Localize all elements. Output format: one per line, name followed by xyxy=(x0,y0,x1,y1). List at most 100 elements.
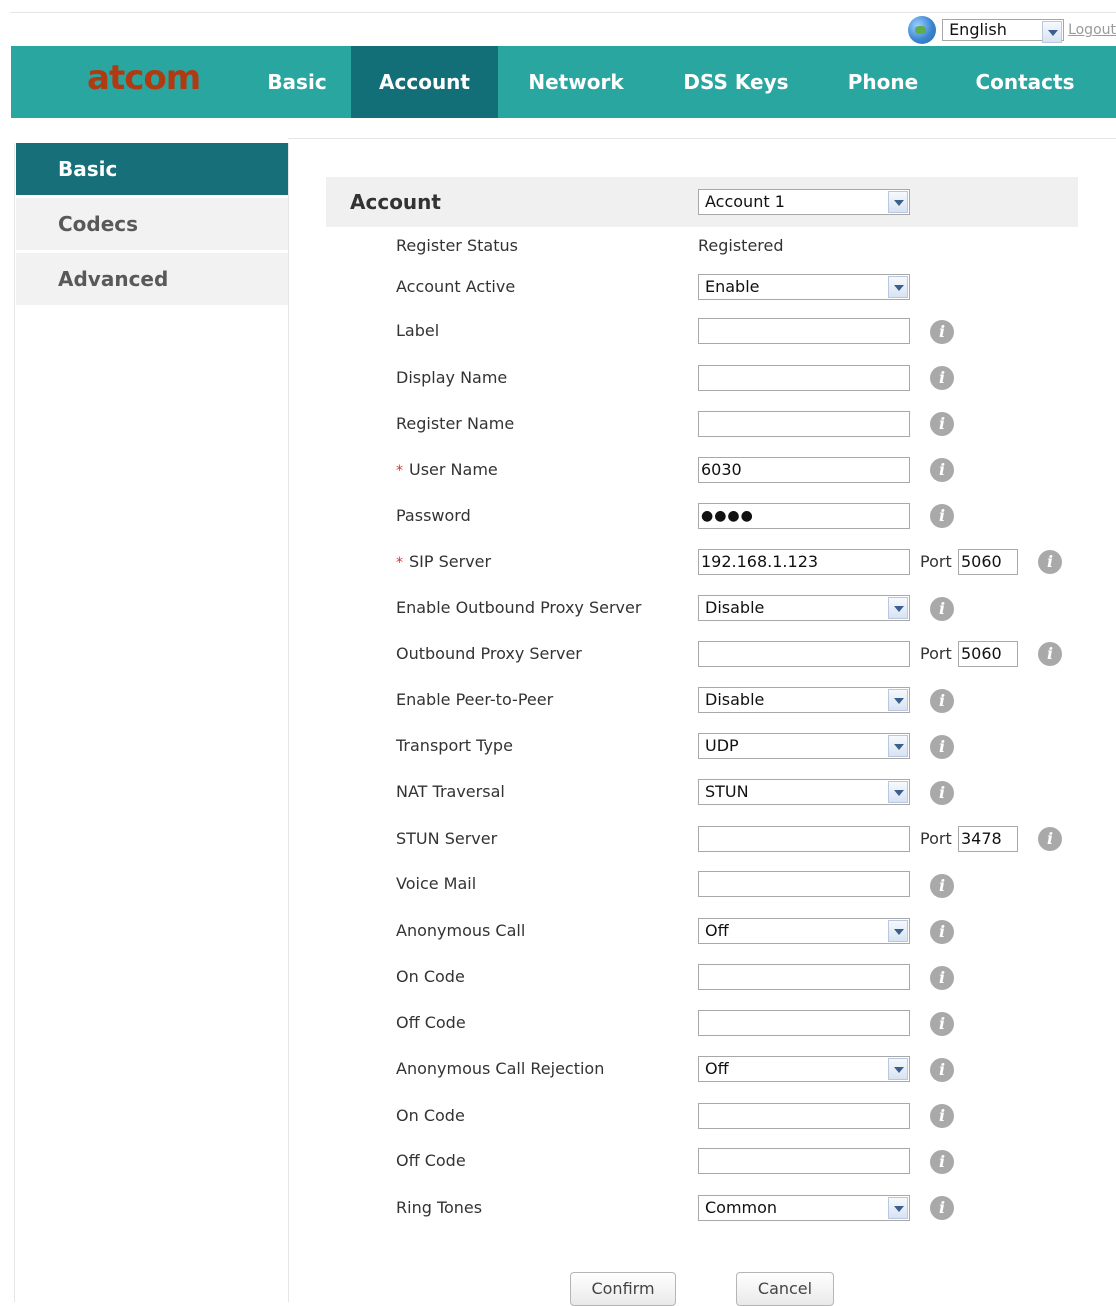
globe-icon xyxy=(908,16,937,44)
stun-port-input[interactable]: 3478 xyxy=(958,826,1018,852)
chevron-down-icon[interactable] xyxy=(888,781,908,803)
info-icon[interactable]: i xyxy=(930,1104,954,1128)
info-icon[interactable]: i xyxy=(930,597,954,621)
row-nat-traversal: NAT Traversal STUN i xyxy=(326,779,1086,825)
password-label: Password xyxy=(396,506,471,525)
chevron-down-icon[interactable] xyxy=(888,689,908,711)
register-status-value: Registered xyxy=(698,236,784,255)
main-nav: atcom Basic Account Network DSS Keys Pho… xyxy=(11,46,1116,118)
info-icon[interactable]: i xyxy=(930,920,954,944)
ring-tones-label: Ring Tones xyxy=(396,1198,483,1217)
nav-tab-account[interactable]: Account xyxy=(351,46,498,118)
chevron-down-icon[interactable] xyxy=(888,920,908,942)
info-icon[interactable]: i xyxy=(930,1058,954,1082)
nav-tab-dss-keys[interactable]: DSS Keys xyxy=(654,46,818,118)
stun-server-label: STUN Server xyxy=(396,829,498,848)
register-name-label: Register Name xyxy=(396,414,515,433)
account-active-label: Account Active xyxy=(396,277,516,296)
row-sip-server: * SIP Server 192.168.1.123 Port 5060 i xyxy=(326,549,1086,595)
row-anon-rejection: Anonymous Call Rejection Off i xyxy=(326,1056,1086,1102)
ring-tones-value: Common xyxy=(705,1198,778,1217)
confirm-button[interactable]: Confirm xyxy=(570,1272,676,1306)
nav-tab-contacts[interactable]: Contacts xyxy=(948,46,1102,118)
info-icon[interactable]: i xyxy=(930,366,954,390)
info-icon[interactable]: i xyxy=(930,504,954,528)
chevron-down-icon[interactable] xyxy=(1042,21,1063,43)
info-icon[interactable]: i xyxy=(1038,827,1062,851)
chevron-down-icon[interactable] xyxy=(888,276,908,298)
voice-mail-label: Voice Mail xyxy=(396,874,477,893)
outbound-port-label: Port xyxy=(920,644,952,663)
anon-off-code-input[interactable] xyxy=(698,1010,910,1036)
info-icon[interactable]: i xyxy=(930,1196,954,1220)
info-icon[interactable]: i xyxy=(930,735,954,759)
logout-link[interactable]: Logout xyxy=(1068,22,1116,38)
enable-p2p-label: Enable Peer-to-Peer xyxy=(396,690,554,709)
info-icon[interactable]: i xyxy=(1038,642,1062,666)
row-register-name: Register Name i xyxy=(326,411,1086,457)
account-active-select[interactable]: Enable xyxy=(698,274,910,300)
anon-on-code-input[interactable] xyxy=(698,964,910,990)
nav-tab-network[interactable]: Network xyxy=(498,46,654,118)
chevron-down-icon[interactable] xyxy=(888,1197,908,1219)
left-border xyxy=(14,143,15,1302)
enable-outbound-proxy-select[interactable]: Disable xyxy=(698,595,910,621)
sidebar-item-advanced[interactable]: Advanced xyxy=(16,253,288,305)
info-icon[interactable]: i xyxy=(930,966,954,990)
sidebar: Basic Codecs Advanced xyxy=(16,143,289,1302)
info-icon[interactable]: i xyxy=(930,320,954,344)
label-input[interactable] xyxy=(698,318,910,344)
sidebar-item-codecs[interactable]: Codecs xyxy=(16,198,288,250)
anon-rejection-select[interactable]: Off xyxy=(698,1056,910,1082)
info-icon[interactable]: i xyxy=(930,874,954,898)
chevron-down-icon[interactable] xyxy=(888,735,908,757)
outbound-proxy-input[interactable] xyxy=(698,641,910,667)
anonymous-call-select[interactable]: Off xyxy=(698,918,910,944)
enable-p2p-select[interactable]: Disable xyxy=(698,687,910,713)
voice-mail-input[interactable] xyxy=(698,871,910,897)
cancel-button[interactable]: Cancel xyxy=(736,1272,834,1306)
stun-server-input[interactable] xyxy=(698,826,910,852)
nav-tab-phone[interactable]: Phone xyxy=(818,46,948,118)
required-mark: * xyxy=(396,555,403,571)
ring-tones-select[interactable]: Common xyxy=(698,1195,910,1221)
info-icon[interactable]: i xyxy=(930,1150,954,1174)
chevron-down-icon[interactable] xyxy=(888,191,908,213)
rej-off-code-input[interactable] xyxy=(698,1148,910,1174)
anonymous-call-value: Off xyxy=(705,921,729,940)
nav-tab-basic[interactable]: Basic xyxy=(243,46,351,118)
register-name-input[interactable] xyxy=(698,411,910,437)
sip-server-input[interactable]: 192.168.1.123 xyxy=(698,549,910,575)
sip-port-input[interactable]: 5060 xyxy=(958,549,1018,575)
enable-outbound-proxy-label: Enable Outbound Proxy Server xyxy=(396,598,642,617)
label-label: Label xyxy=(396,321,440,340)
outbound-proxy-label: Outbound Proxy Server xyxy=(396,644,582,663)
sidebar-item-basic[interactable]: Basic xyxy=(16,143,288,195)
account-select[interactable]: Account 1 xyxy=(698,189,910,215)
chevron-down-icon[interactable] xyxy=(888,1058,908,1080)
info-icon[interactable]: i xyxy=(930,1012,954,1036)
stun-port-label: Port xyxy=(920,829,952,848)
user-name-input[interactable]: 6030 xyxy=(698,457,910,483)
info-icon[interactable]: i xyxy=(930,781,954,805)
info-icon[interactable]: i xyxy=(930,458,954,482)
sip-server-label-text: SIP Server xyxy=(409,552,492,571)
info-icon[interactable]: i xyxy=(1038,550,1062,574)
rej-on-code-input[interactable] xyxy=(698,1103,910,1129)
row-stun-server: STUN Server Port 3478 i xyxy=(326,826,1086,872)
outbound-port-input[interactable]: 5060 xyxy=(958,641,1018,667)
language-select[interactable]: English xyxy=(942,19,1065,43)
nat-traversal-select[interactable]: STUN xyxy=(698,779,910,805)
row-enable-p2p: Enable Peer-to-Peer Disable i xyxy=(326,687,1086,733)
nat-traversal-value: STUN xyxy=(705,782,749,801)
info-icon[interactable]: i xyxy=(930,689,954,713)
chevron-down-icon[interactable] xyxy=(888,597,908,619)
account-panel-header: Account Account 1 xyxy=(326,177,1078,227)
password-input[interactable]: ●●●● xyxy=(698,503,910,529)
display-name-input[interactable] xyxy=(698,365,910,391)
info-icon[interactable]: i xyxy=(930,412,954,436)
user-name-label: * User Name xyxy=(396,457,498,483)
enable-p2p-value: Disable xyxy=(705,690,765,709)
transport-type-select[interactable]: UDP xyxy=(698,733,910,759)
anon-rejection-value: Off xyxy=(705,1059,729,1078)
